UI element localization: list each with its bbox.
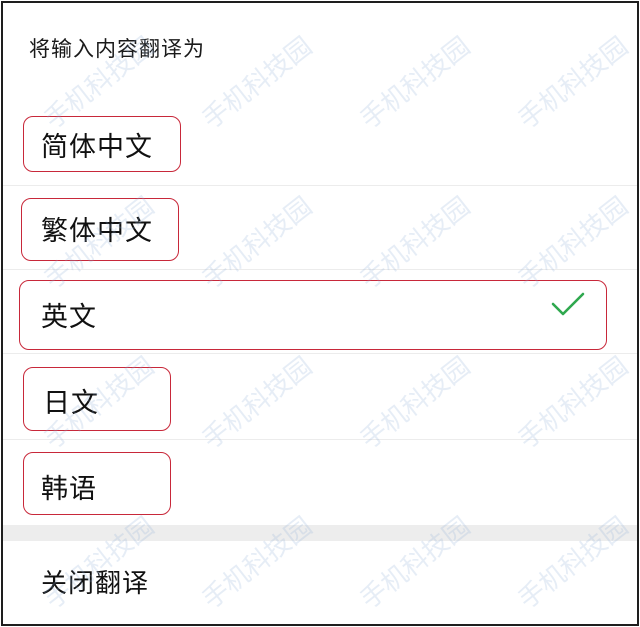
option-english[interactable]: 英文 bbox=[3, 269, 637, 354]
option-label: 英文 bbox=[41, 302, 97, 333]
option-traditional-chinese[interactable]: 繁体中文 bbox=[3, 185, 637, 270]
translate-dialog: 将输入内容翻译为 简体中文 繁体中文 英文 日文 韩语 关闭翻译 手机科技园 手… bbox=[1, 1, 639, 626]
close-translation-button[interactable]: 关闭翻译 bbox=[41, 563, 149, 600]
dialog-title: 将输入内容翻译为 bbox=[29, 37, 205, 61]
option-label: 日文 bbox=[43, 388, 99, 419]
highlight-box bbox=[19, 280, 607, 350]
checkmark-icon bbox=[551, 292, 585, 316]
option-label: 繁体中文 bbox=[41, 216, 153, 247]
option-japanese[interactable]: 日文 bbox=[3, 353, 637, 440]
section-divider bbox=[3, 525, 637, 541]
option-label: 韩语 bbox=[41, 474, 97, 505]
option-korean[interactable]: 韩语 bbox=[3, 439, 637, 525]
option-label: 简体中文 bbox=[41, 132, 153, 163]
option-simplified-chinese[interactable]: 简体中文 bbox=[3, 103, 637, 186]
